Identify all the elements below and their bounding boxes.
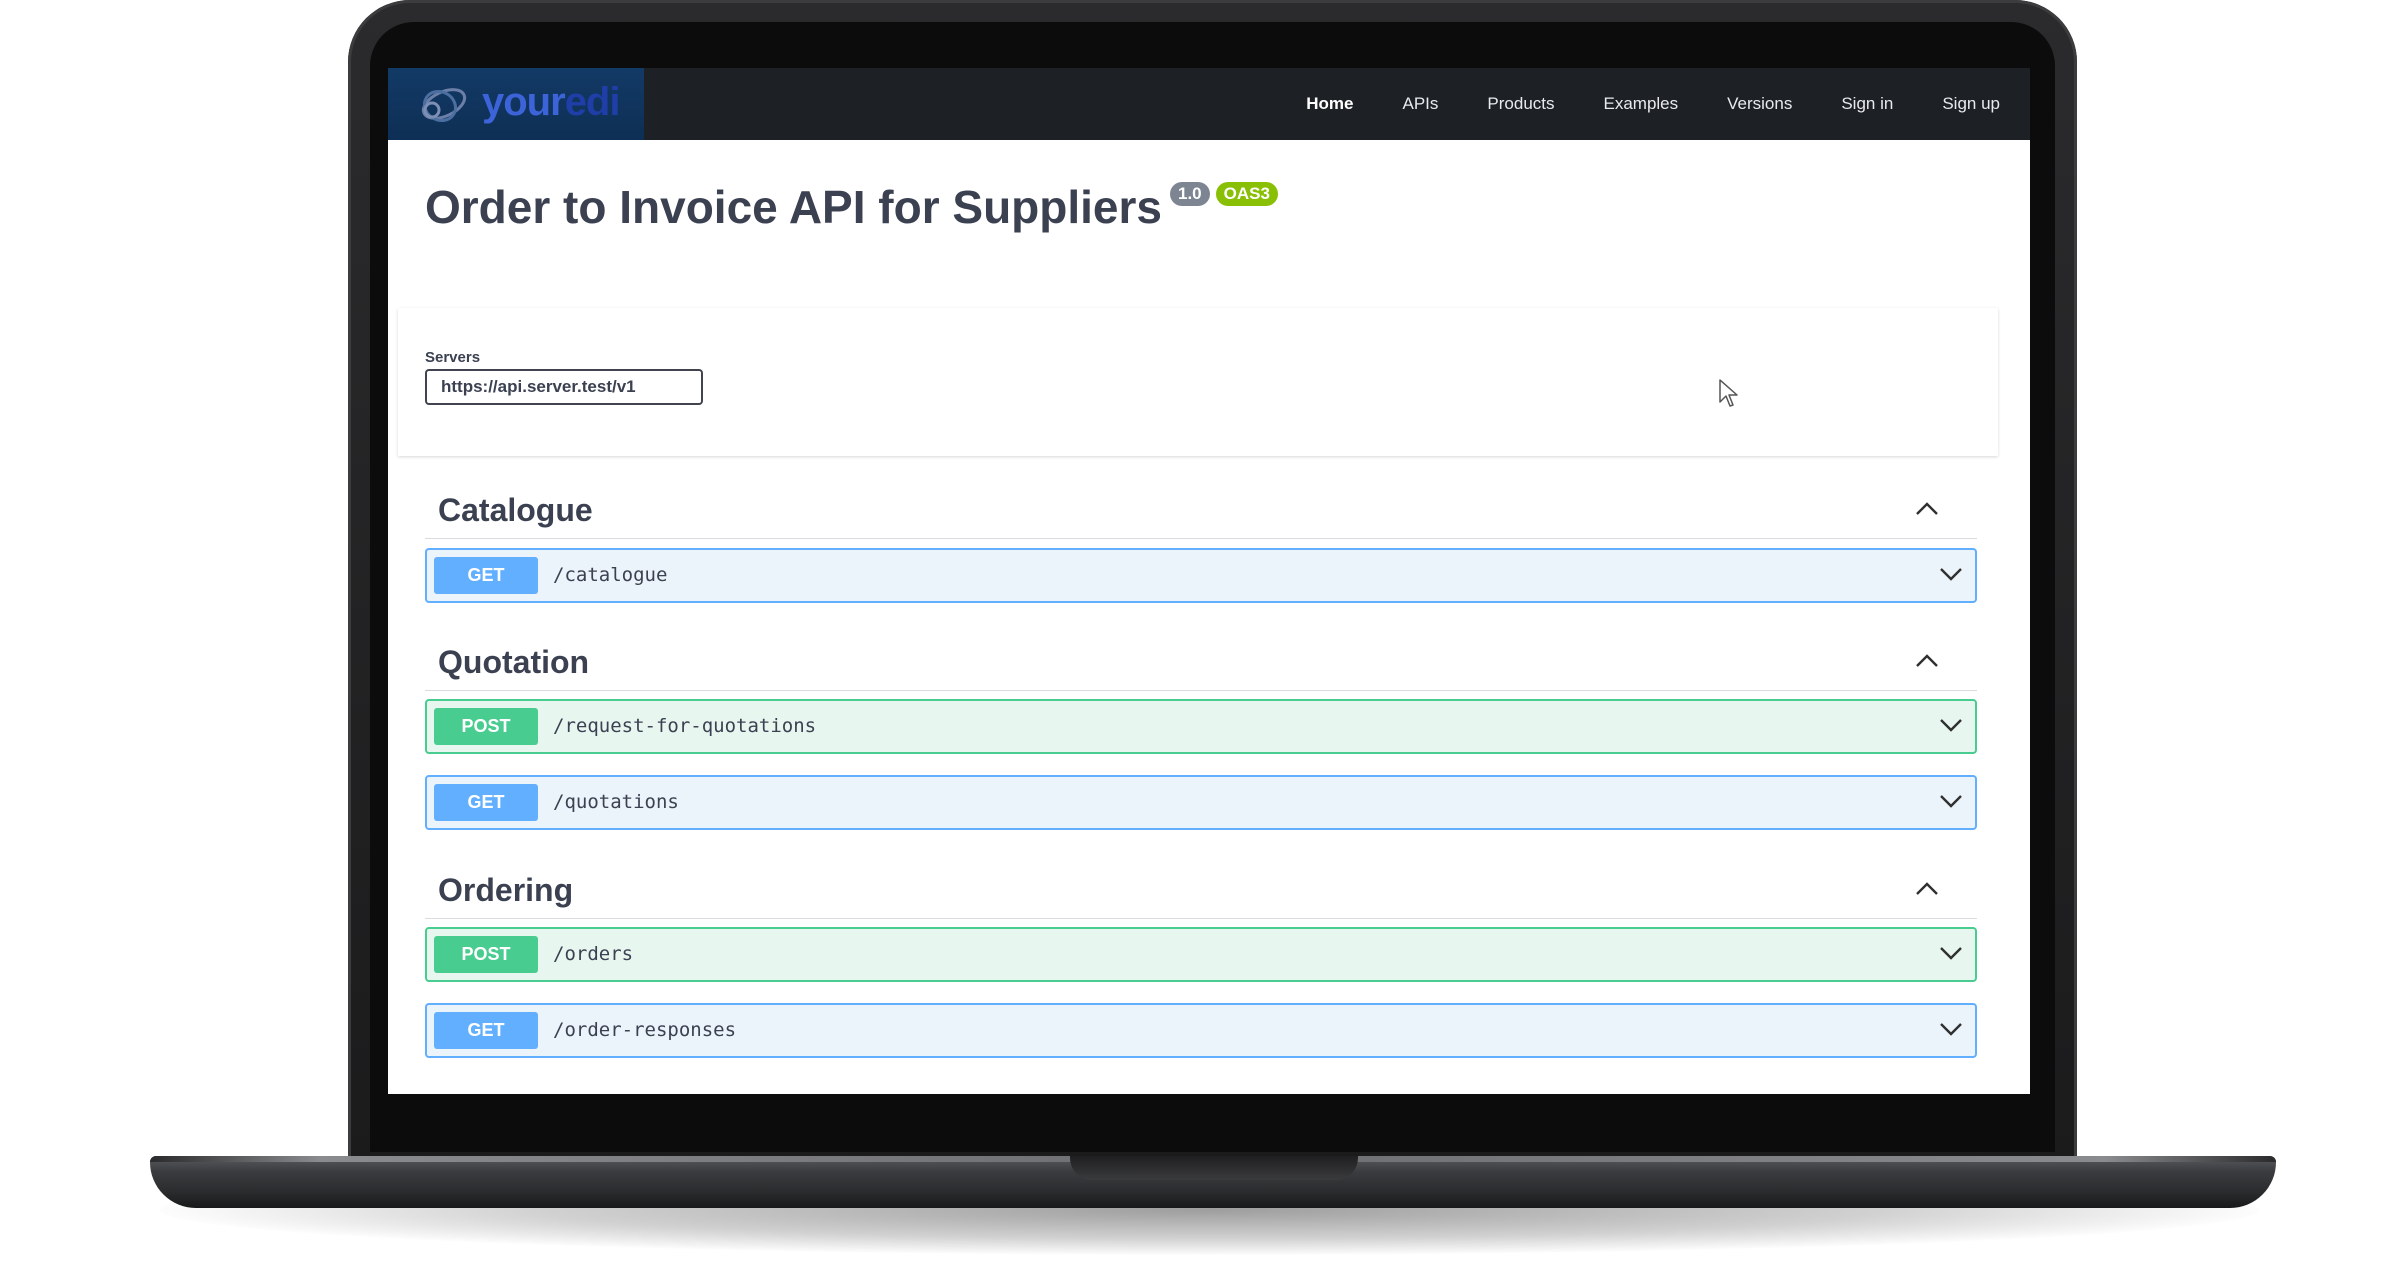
- section-header-catalogue[interactable]: Catalogue: [425, 482, 1977, 539]
- chevron-up-icon[interactable]: [1915, 880, 1939, 896]
- logo[interactable]: youredi: [388, 68, 644, 140]
- operation-path: /catalogue: [553, 564, 668, 586]
- page-title: Order to Invoice API for Suppliers: [425, 181, 1162, 233]
- laptop-notch: [1070, 1156, 1358, 1180]
- nav-item-home[interactable]: Home: [1306, 94, 1353, 114]
- youredi-logo-icon: [421, 88, 467, 123]
- operation-get-catalogue[interactable]: GET /catalogue: [425, 548, 1977, 603]
- logo-text-your: your: [482, 80, 566, 124]
- operation-path: /request-for-quotations: [553, 715, 817, 737]
- logo-text: youredi: [482, 80, 621, 125]
- nav-item-sign-in[interactable]: Sign in: [1841, 94, 1893, 114]
- section-header-ordering[interactable]: Ordering: [425, 862, 1977, 919]
- section-header-quotation[interactable]: Quotation: [425, 634, 1977, 691]
- method-badge: GET: [434, 1012, 538, 1049]
- logo-text-edi: edi: [564, 80, 621, 124]
- nav-item-examples[interactable]: Examples: [1604, 94, 1679, 114]
- section-ordering: Ordering POST /orders GET /order-respons…: [425, 862, 1977, 1058]
- section-title: Catalogue: [438, 492, 593, 528]
- badges: 1.0 OAS3: [1170, 182, 1278, 206]
- operation-post-request-for-quotations[interactable]: POST /request-for-quotations: [425, 699, 1977, 754]
- operation-get-quotations[interactable]: GET /quotations: [425, 775, 1977, 830]
- section-title: Quotation: [438, 644, 590, 680]
- nav-menu: Home APIs Products Examples Versions Sig…: [1306, 68, 2000, 140]
- chevron-down-icon[interactable]: [1939, 945, 1963, 961]
- section-title: Ordering: [438, 872, 574, 908]
- chevron-up-icon[interactable]: [1915, 500, 1939, 516]
- operation-path: /order-responses: [553, 1019, 737, 1041]
- servers-select[interactable]: https://api.server.test/v1: [425, 369, 703, 405]
- servers-label: Servers: [425, 349, 481, 366]
- nav-item-sign-up[interactable]: Sign up: [1942, 94, 2000, 114]
- chevron-up-icon[interactable]: [1915, 652, 1939, 668]
- method-badge: GET: [434, 557, 538, 594]
- operation-get-order-responses[interactable]: GET /order-responses: [425, 1003, 1977, 1058]
- method-badge: POST: [434, 708, 538, 745]
- nav-item-versions[interactable]: Versions: [1727, 94, 1792, 114]
- nav-item-apis[interactable]: APIs: [1403, 94, 1439, 114]
- chevron-down-icon[interactable]: [1939, 717, 1963, 733]
- chevron-down-icon[interactable]: [1939, 1021, 1963, 1037]
- top-navigation-bar: youredi Home APIs Products Examples Vers…: [388, 68, 2030, 140]
- method-badge: POST: [434, 936, 538, 973]
- operation-path: /quotations: [553, 791, 679, 813]
- version-badge: 1.0: [1170, 182, 1210, 206]
- nav-item-products[interactable]: Products: [1487, 94, 1554, 114]
- operation-post-orders[interactable]: POST /orders: [425, 927, 1977, 982]
- section-quotation: Quotation POST /request-for-quotations G…: [425, 634, 1977, 830]
- mouse-cursor-icon: [1719, 379, 1738, 407]
- browser-screen: youredi Home APIs Products Examples Vers…: [388, 68, 2030, 1094]
- chevron-down-icon[interactable]: [1939, 793, 1963, 809]
- operation-path: /orders: [553, 943, 634, 965]
- api-title-row: Order to Invoice API for Suppliers 1.0 O…: [425, 182, 1278, 233]
- method-badge: GET: [434, 784, 538, 821]
- servers-panel: Servers https://api.server.test/v1: [398, 308, 1998, 456]
- chevron-down-icon[interactable]: [1939, 566, 1963, 582]
- oas-badge: OAS3: [1215, 182, 1278, 206]
- section-catalogue: Catalogue GET /catalogue: [425, 482, 1977, 603]
